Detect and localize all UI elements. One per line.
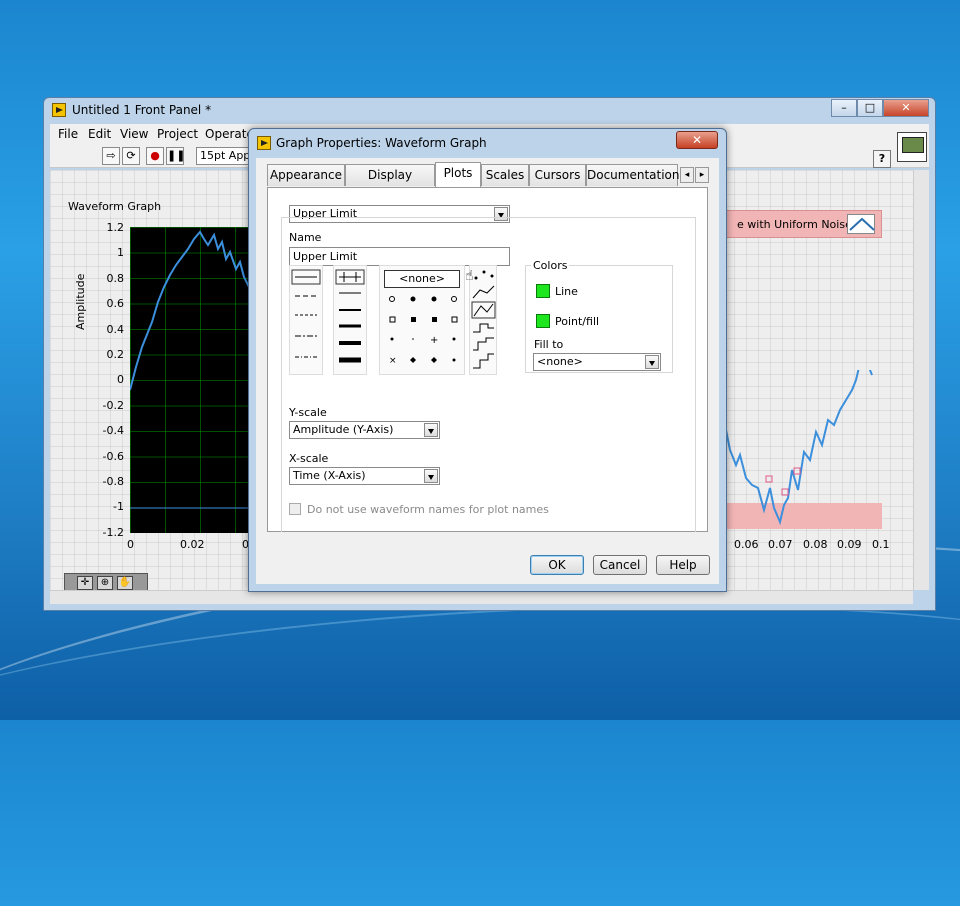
colors-label: Colors (531, 259, 570, 272)
y-tick-label: -0.8 (102, 475, 124, 488)
y-tick-label: 0.2 (106, 348, 125, 361)
zoom-icon[interactable]: ⊕ (97, 576, 113, 590)
menu-edit[interactable]: Edit (88, 127, 111, 141)
y-tick-label: -0.6 (102, 449, 124, 463)
vertical-scrollbar[interactable] (913, 170, 929, 590)
graph-properties-dialog: Graph Properties: Waveform Graph ✕ Appea… (248, 128, 727, 592)
minimize-button[interactable]: – (831, 99, 857, 117)
fill-to-selector[interactable]: <none> (533, 353, 661, 371)
svg-text:×: × (389, 356, 397, 366)
x-scale-label: X-scale (289, 452, 329, 465)
y-tick-label: 0 (117, 373, 124, 387)
dialog-body: Appearance Display Format Plots Scales C… (256, 158, 719, 584)
waveform-trace-left (130, 230, 250, 509)
waveform-names-label: Do not use waveform names for plot names (307, 503, 549, 516)
plot-legend[interactable]: e with Uniform Noise (722, 210, 882, 238)
point-fill-color-swatch[interactable] (536, 314, 550, 328)
point-style-list[interactable]: <none> + × (379, 265, 465, 375)
ok-button[interactable]: OK (530, 555, 584, 575)
graph-palette: ✛ ⊕ ✋ (64, 573, 148, 590)
y-tick-label: 0.6 (106, 297, 125, 311)
menu-operate[interactable]: Operate (205, 127, 254, 141)
waveform-plot-area[interactable] (130, 227, 250, 533)
tab-scroll-left-icon[interactable]: ◂ (680, 167, 694, 183)
graph-label: Waveform Graph (68, 200, 162, 213)
tab-cursors[interactable]: Cursors (529, 164, 586, 186)
tab-scales[interactable]: Scales (481, 164, 529, 186)
fill-to-value: <none> (537, 355, 583, 368)
vi-connector-icon[interactable] (897, 132, 927, 162)
horizontal-scrollbar[interactable] (50, 590, 913, 604)
y-tick-label: -1.2 (102, 525, 124, 539)
line-color-swatch[interactable] (536, 284, 550, 298)
line-width-list[interactable] (333, 265, 367, 375)
chevron-down-icon[interactable] (645, 355, 659, 369)
y-tick-label: 1.2 (106, 221, 125, 234)
waveform-trace-right (722, 370, 873, 526)
run-continuously-icon[interactable]: ⟳ (122, 147, 140, 165)
window-title: Untitled 1 Front Panel * (72, 103, 212, 117)
cancel-button[interactable]: Cancel (593, 555, 647, 575)
waveform-names-checkbox[interactable] (289, 503, 301, 515)
tab-appearance[interactable]: Appearance (267, 164, 345, 186)
abort-icon[interactable]: ● (146, 147, 164, 165)
mouse-pointer-hand-icon: ☝ (465, 268, 474, 284)
context-help-button[interactable]: ? (873, 150, 891, 168)
x-tick-label: 0 (127, 538, 134, 551)
cursor-move-icon[interactable]: ✛ (77, 576, 93, 590)
svg-text:+: + (430, 335, 438, 346)
y-scale-value: Amplitude (Y-Axis) (293, 423, 394, 436)
tab-scroll-right-icon[interactable]: ▸ (695, 167, 709, 183)
labview-vi-icon (52, 103, 66, 117)
pan-hand-icon[interactable]: ✋ (117, 576, 133, 590)
close-button[interactable]: ✕ (883, 99, 929, 117)
y-tick-label: -0.2 (102, 398, 124, 412)
tab-plots[interactable]: Plots (435, 162, 481, 187)
name-label: Name (289, 231, 322, 244)
dialog-close-button[interactable]: ✕ (676, 131, 718, 149)
point-fill-label: Point/fill (555, 315, 600, 328)
fill-to-label: Fill to (534, 338, 564, 351)
chevron-down-icon[interactable] (424, 423, 438, 437)
dialog-title: Graph Properties: Waveform Graph (276, 136, 487, 150)
help-button[interactable]: Help (656, 555, 710, 575)
y-tick-label: 0.4 (106, 322, 125, 336)
y-tick-label: -1 (113, 500, 124, 514)
tab-documentation[interactable]: Documentation (586, 164, 680, 186)
x-scale-value: Time (X-Axis) (293, 469, 366, 482)
y-tick-label: 0.8 (106, 271, 125, 285)
chevron-down-icon[interactable] (424, 469, 438, 483)
legend-line-swatch-icon (847, 214, 875, 234)
y-tick-label: -0.4 (102, 424, 124, 438)
plot-name-field[interactable]: Upper Limit (289, 247, 510, 266)
plots-tab-page: Upper Limit Name Upper Limit <none> + × … (267, 187, 708, 532)
maximize-button[interactable]: □ (857, 99, 883, 117)
line-color-label: Line (555, 285, 578, 298)
menu-view[interactable]: View (120, 127, 148, 141)
pause-icon[interactable]: ❚❚ (166, 147, 185, 165)
tab-display-format[interactable]: Display Format (345, 164, 435, 202)
menu-project[interactable]: Project (157, 127, 198, 141)
run-arrow-icon[interactable]: ⇨ (102, 147, 120, 165)
menu-file[interactable]: File (58, 127, 78, 141)
x-tick-label: 0.02 (180, 538, 205, 551)
legend-plot-name: e with Uniform Noise (737, 218, 852, 231)
y-scale-label: Y-scale (289, 406, 327, 419)
dialog-labview-icon (257, 136, 271, 150)
x-scale-selector[interactable]: Time (X-Axis) (289, 467, 440, 485)
y-tick-label: 1 (117, 246, 124, 260)
front-panel-titlebar[interactable]: Untitled 1 Front Panel * – □ ✕ (44, 98, 935, 122)
y-scale-selector[interactable]: Amplitude (Y-Axis) (289, 421, 440, 439)
line-style-list[interactable] (289, 265, 323, 375)
